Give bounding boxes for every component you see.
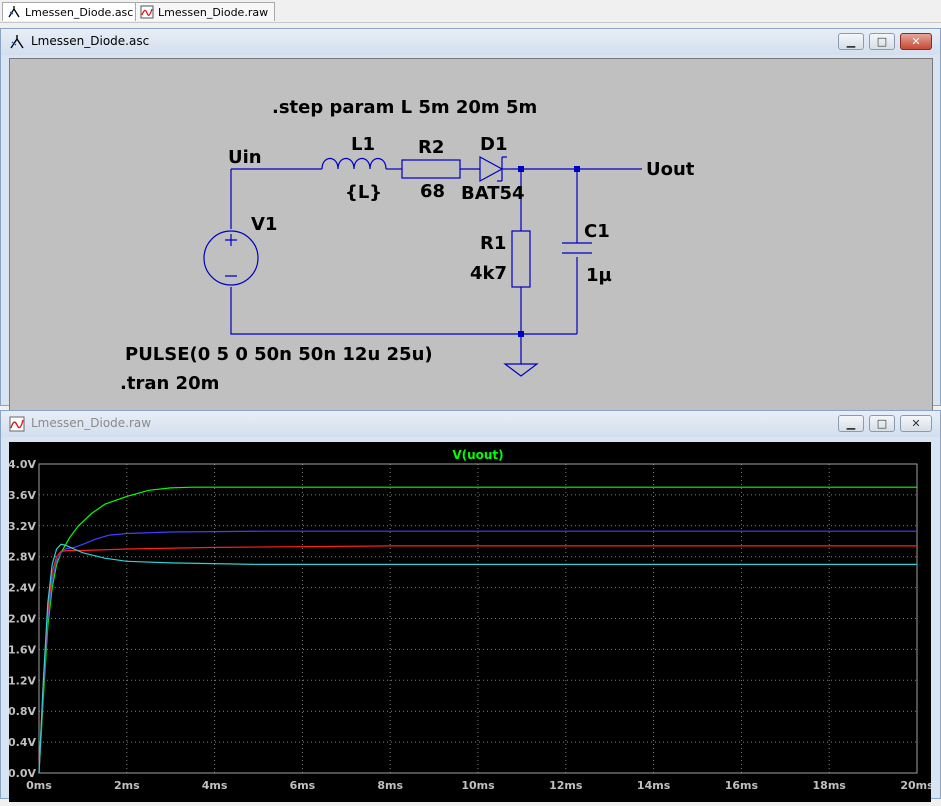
y-tick-label: 4.0V <box>9 458 36 471</box>
y-tick-label: 3.6V <box>9 489 36 502</box>
junction-dot <box>574 166 580 172</box>
y-tick-label: 0.4V <box>9 736 36 749</box>
component-name-v1[interactable]: V1 <box>251 214 277 235</box>
component-name-c1[interactable]: C1 <box>584 221 610 242</box>
source-polarity-icon <box>225 234 237 277</box>
x-tick-label: 2ms <box>114 779 140 792</box>
y-tick-label: 1.2V <box>9 674 36 687</box>
y-tick-label: 2.8V <box>9 551 36 564</box>
x-tick-label: 6ms <box>290 779 316 792</box>
component-value-r1[interactable]: 4k7 <box>470 263 507 284</box>
plot-trace-title[interactable]: V(uout) <box>452 448 503 462</box>
plot-frame <box>38 463 918 774</box>
document-tab-bar: Lmessen_Diode.asc Lmessen_Diode.raw <box>0 0 941 23</box>
maximize-button[interactable]: □ <box>869 33 895 50</box>
component-name-l1[interactable]: L1 <box>351 134 375 155</box>
step-directive[interactable]: .step param L 5m 20m 5m <box>272 97 537 118</box>
schematic-drawing[interactable]: .step param L 5m 20m 5m Uin Uout V1 L1 {… <box>10 59 932 431</box>
component-name-r1[interactable]: R1 <box>480 233 506 254</box>
trace-series-4[interactable] <box>38 543 917 774</box>
component-value-l1[interactable]: {L} <box>345 182 382 203</box>
schematic-icon <box>8 6 20 18</box>
component-name-r2[interactable]: R2 <box>418 137 444 158</box>
x-tick-label: 0ms <box>26 779 52 792</box>
minimize-button[interactable]: ▁ <box>838 33 864 50</box>
x-tick-label: 16ms <box>725 779 759 792</box>
trace-series-1[interactable] <box>38 486 917 774</box>
trace-series-3[interactable] <box>38 545 917 774</box>
component-value-r2[interactable]: 68 <box>420 181 445 202</box>
component-name-d1[interactable]: D1 <box>480 134 507 155</box>
y-tick-label: 2.4V <box>9 582 36 595</box>
source-directive[interactable]: PULSE(0 5 0 50n 50n 12u 25u) <box>125 344 433 365</box>
x-tick-label: 12ms <box>549 779 583 792</box>
schematic-canvas[interactable]: .step param L 5m 20m 5m Uin Uout V1 L1 {… <box>9 58 933 432</box>
resistor-r2-symbol[interactable] <box>401 159 461 179</box>
tab-waveform[interactable]: Lmessen_Diode.raw <box>135 2 276 21</box>
waveform-window[interactable]: Lmessen_Diode.raw ▁ □ ✕ 0ms 2ms 4ms 6ms 8ms 1… <box>0 410 941 802</box>
tab-schematic[interactable]: Lmessen_Diode.asc <box>2 2 141 21</box>
schematic-icon <box>10 35 24 49</box>
x-tick-label: 10ms <box>461 779 495 792</box>
close-button[interactable]: ✕ <box>900 415 932 432</box>
waveform-plot[interactable]: 0ms 2ms 4ms 6ms 8ms 10ms 12ms 14ms 16ms 18ms 20ms 0… <box>8 442 934 802</box>
x-tick-label: 14ms <box>637 779 671 792</box>
close-button[interactable]: ✕ <box>900 33 932 50</box>
waveform-icon <box>140 5 154 19</box>
maximize-button[interactable]: □ <box>869 415 895 432</box>
x-tick-label: 8ms <box>377 779 403 792</box>
resistor-r1-symbol[interactable] <box>511 230 531 288</box>
junction-dot <box>518 331 524 337</box>
waveform-icon <box>9 416 25 432</box>
tab-waveform-label: Lmessen_Diode.raw <box>158 6 269 19</box>
y-tick-label: 0.8V <box>9 705 36 718</box>
minimize-button[interactable]: ▁ <box>838 415 864 432</box>
schematic-window[interactable]: Lmessen_Diode.asc ▁ □ ✕ .step param L 5m… <box>0 28 941 432</box>
waveform-window-title: Lmessen_Diode.raw <box>31 416 152 430</box>
net-label-uout[interactable]: Uout <box>646 159 695 180</box>
x-tick-label: 18ms <box>813 779 847 792</box>
y-tick-label: 3.2V <box>9 520 36 533</box>
ground-icon <box>503 363 539 377</box>
y-tick-label: 0.0V <box>9 767 36 780</box>
tran-directive[interactable]: .tran 20m <box>120 373 219 394</box>
y-tick-label: 2.0V <box>9 613 36 626</box>
y-tick-label: 1.6V <box>9 643 36 656</box>
waveform-plot-area[interactable]: 0ms 2ms 4ms 6ms 8ms 10ms 12ms 14ms 16ms 18ms 20ms 0… <box>8 442 934 802</box>
net-label-uin[interactable]: Uin <box>228 147 262 168</box>
component-value-c1[interactable]: 1µ <box>586 265 612 286</box>
schematic-window-title: Lmessen_Diode.asc <box>31 34 150 48</box>
x-tick-label: 20ms <box>900 779 931 792</box>
capacitor-symbol[interactable] <box>562 242 592 254</box>
wire-ground-rail <box>230 287 577 335</box>
x-tick-label: 4ms <box>202 779 228 792</box>
component-value-d1[interactable]: BAT54 <box>461 183 525 204</box>
inductor-symbol[interactable] <box>321 157 387 170</box>
tab-schematic-label: Lmessen_Diode.asc <box>25 6 134 19</box>
waveform-window-titlebar[interactable]: Lmessen_Diode.raw ▁ □ ✕ <box>1 411 940 437</box>
junction-dot <box>518 166 524 172</box>
schematic-window-titlebar[interactable]: Lmessen_Diode.asc ▁ □ ✕ <box>1 29 940 55</box>
